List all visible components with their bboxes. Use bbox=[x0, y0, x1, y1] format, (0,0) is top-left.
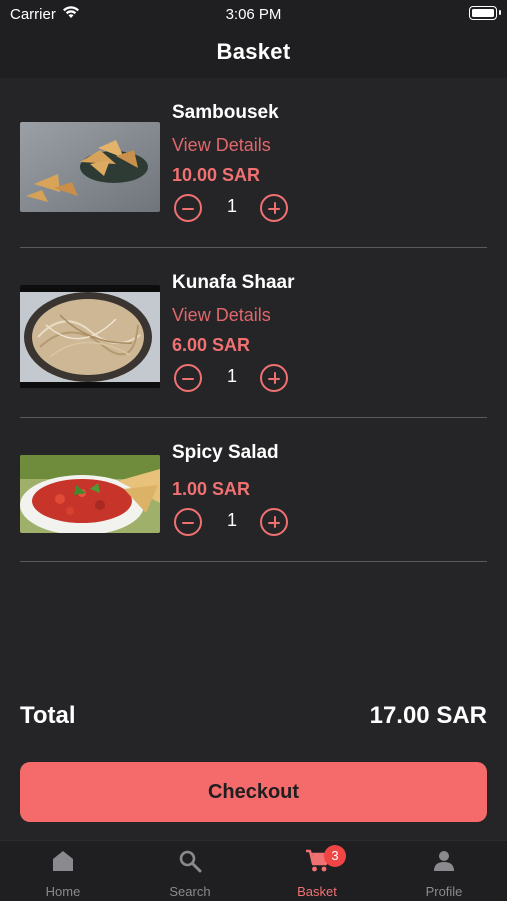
home-icon bbox=[53, 851, 73, 871]
increase-quantity-button[interactable] bbox=[260, 364, 288, 392]
total-row: Total 17.00 SAR bbox=[20, 702, 487, 736]
total-value: 17.00 SAR bbox=[369, 702, 487, 729]
minus-icon bbox=[182, 207, 194, 211]
minus-icon bbox=[182, 521, 194, 525]
tab-label: Home bbox=[45, 884, 81, 899]
tab-search[interactable]: Search bbox=[127, 841, 253, 901]
cart-badge: 3 bbox=[324, 845, 346, 867]
divider bbox=[20, 247, 487, 248]
sambousek-image bbox=[20, 122, 160, 212]
item-name: Sambousek bbox=[172, 102, 279, 123]
spicy-salad-image bbox=[20, 455, 160, 533]
item-quantity: 1 bbox=[226, 366, 237, 386]
battery-icon bbox=[469, 6, 497, 20]
kunafa-shaar-image bbox=[20, 285, 160, 388]
view-details-link[interactable]: View Details bbox=[172, 300, 472, 330]
tab-profile[interactable]: Profile bbox=[381, 841, 507, 901]
item-quantity: 1 bbox=[226, 510, 237, 530]
tab-label: Basket bbox=[297, 884, 337, 899]
tab-home[interactable]: Home bbox=[0, 841, 126, 901]
profile-icon bbox=[434, 851, 454, 871]
item-quantity: 1 bbox=[226, 196, 237, 216]
decrease-quantity-button[interactable] bbox=[174, 194, 202, 222]
divider bbox=[20, 561, 487, 562]
total-label: Total bbox=[20, 702, 76, 729]
item-price: 6.00 SAR bbox=[172, 335, 251, 355]
status-bar: Carrier 3:06 PM bbox=[0, 0, 507, 30]
increase-quantity-button[interactable] bbox=[260, 194, 288, 222]
view-details-link[interactable]: View Details bbox=[172, 130, 472, 160]
checkout-button[interactable]: Checkout bbox=[20, 762, 487, 822]
status-time: 3:06 PM bbox=[225, 6, 282, 23]
tab-label: Search bbox=[169, 884, 211, 899]
item-name: Spicy Salad bbox=[172, 442, 279, 463]
tab-basket[interactable]: 3 Basket bbox=[254, 841, 380, 901]
quantity-stepper: 1 bbox=[172, 194, 472, 228]
divider bbox=[20, 417, 487, 418]
quantity-stepper: 1 bbox=[172, 508, 472, 542]
quantity-stepper: 1 bbox=[172, 364, 472, 398]
search-icon bbox=[179, 850, 202, 873]
increase-quantity-button[interactable] bbox=[260, 508, 288, 536]
page-title: Basket bbox=[216, 39, 291, 64]
decrease-quantity-button[interactable] bbox=[174, 508, 202, 536]
minus-icon bbox=[182, 377, 194, 381]
navigation-bar: Basket bbox=[0, 30, 507, 78]
item-price: 10.00 SAR bbox=[172, 165, 261, 185]
tab-label: Profile bbox=[425, 884, 463, 899]
item-price: 1.00 SAR bbox=[172, 479, 251, 499]
item-name: Kunafa Shaar bbox=[172, 272, 295, 293]
decrease-quantity-button[interactable] bbox=[174, 364, 202, 392]
tab-bar: Home Search 3 Basket Profile bbox=[0, 840, 507, 901]
